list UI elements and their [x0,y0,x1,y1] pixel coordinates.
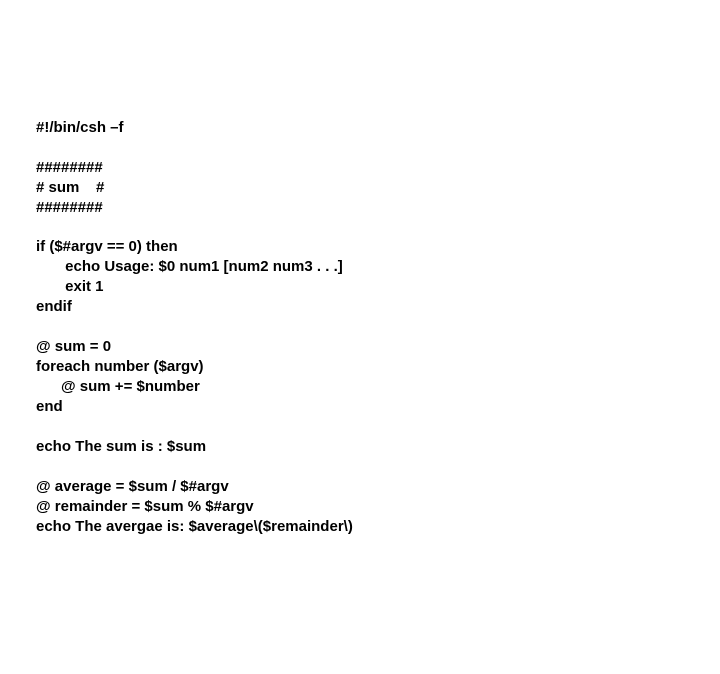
code-line: foreach number ($argv) [36,358,204,375]
code-line: @ average = $sum / $#argv [36,478,229,495]
code-line: echo Usage: $0 num1 [num2 num3 . . .] [36,258,343,275]
code-line: # sum # [36,179,104,196]
code-line: @ sum = 0 [36,338,111,355]
code-line: ######## [36,199,103,216]
code-line: echo The sum is : $sum [36,438,206,455]
code-line: if ($#argv == 0) then [36,238,178,255]
code-line: echo The avergae is: $average\($remainde… [36,518,353,535]
code-line: end [36,398,63,415]
code-line: endif [36,298,72,315]
code-line: ######## [36,159,103,176]
code-line: exit 1 [36,278,104,295]
code-line: @ sum += $number [36,378,200,395]
code-line: @ remainder = $sum % $#argv [36,498,254,515]
script-content: #!/bin/csh –f ######## # sum # ######## … [36,118,684,537]
code-line: #!/bin/csh –f [36,119,124,136]
